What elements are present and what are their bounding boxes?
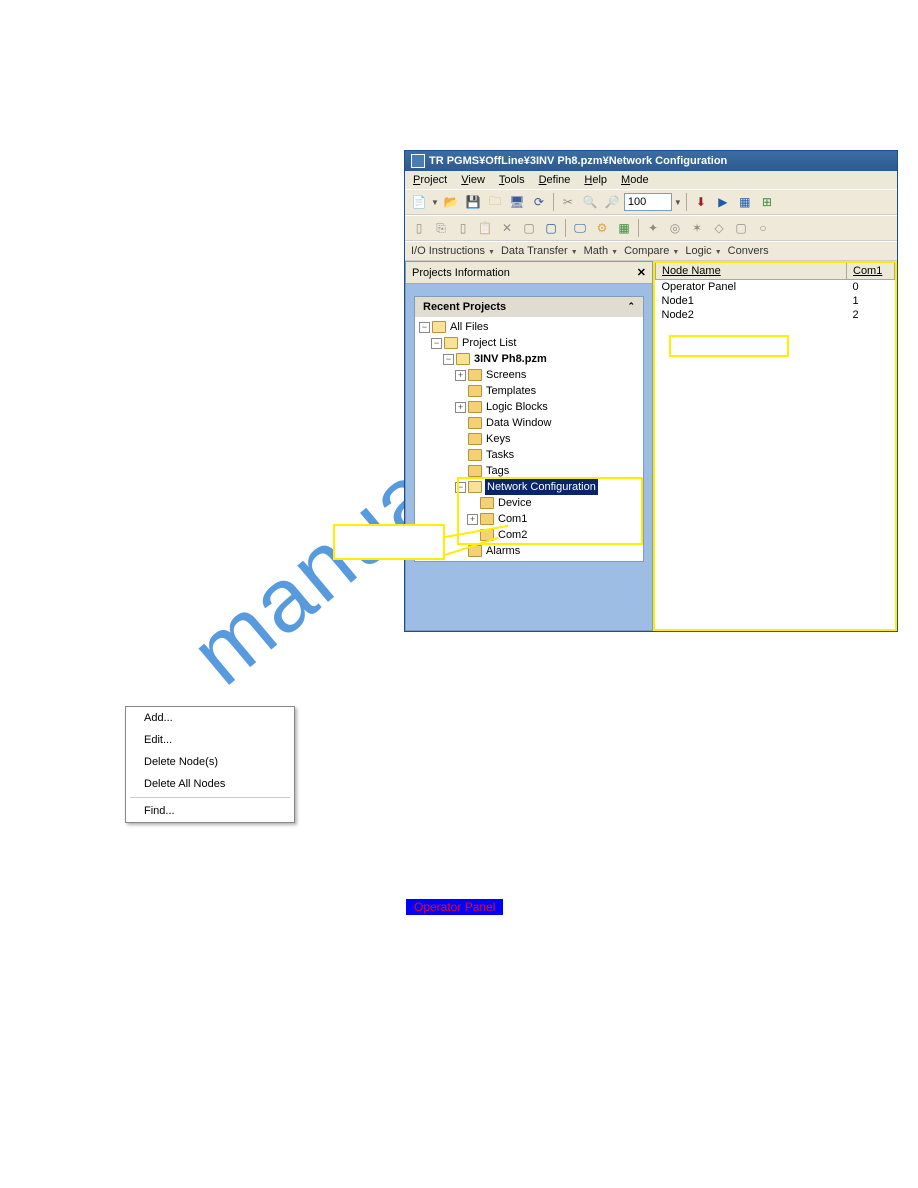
save-icon[interactable]: 💾 xyxy=(463,192,483,212)
circle-icon: ○ xyxy=(753,218,773,238)
table-row[interactable]: Node11 xyxy=(656,294,895,308)
recent-projects-header[interactable]: Recent Projects ⌃ xyxy=(415,297,643,317)
square-icon: ▢ xyxy=(731,218,751,238)
category-data-transfer[interactable]: Data Transfer ▼ xyxy=(501,245,578,257)
operator-panel-badge: Operator Panel xyxy=(406,899,503,915)
category-math[interactable]: Math ▼ xyxy=(584,245,618,257)
delete-icon: ✕ xyxy=(497,218,517,238)
menu-separator xyxy=(130,797,290,798)
tree-network-config[interactable]: −Network Configuration xyxy=(419,479,643,495)
col-node-name[interactable]: Node Name xyxy=(656,263,847,280)
toolbar-separator xyxy=(686,193,687,211)
collapse-icon[interactable]: ⌃ xyxy=(627,301,635,313)
menu-help[interactable]: Help xyxy=(584,174,607,186)
menu-mode[interactable]: Mode xyxy=(621,174,649,186)
star-icon: ✶ xyxy=(687,218,707,238)
tree-screens[interactable]: +Screens xyxy=(419,367,643,383)
tree-keys[interactable]: Keys xyxy=(419,431,643,447)
callout-box xyxy=(333,524,445,560)
node-panel: Node Name Com1 Operator Panel0 Node11 No… xyxy=(653,261,897,631)
context-menu: Add... Edit... Delete Node(s) Delete All… xyxy=(125,706,295,823)
zoom-dropdown-icon[interactable]: ▼ xyxy=(674,198,682,207)
zoom-in-icon: 🔍 xyxy=(580,192,600,212)
grid-icon[interactable]: ▦ xyxy=(735,192,755,212)
refresh-icon[interactable]: ⟳ xyxy=(529,192,549,212)
table-row[interactable]: Operator Panel0 xyxy=(656,280,895,295)
titlebar: TR PGMS¥OffLine¥3INV Ph8.pzm¥Network Con… xyxy=(405,151,897,171)
app-icon xyxy=(411,154,425,168)
col-com1[interactable]: Com1 xyxy=(847,263,895,280)
node-table: Node Name Com1 Operator Panel0 Node11 No… xyxy=(655,263,895,322)
chart-icon[interactable]: ▦ xyxy=(614,218,634,238)
tree-container: Recent Projects ⌃ −All Files −Project Li… xyxy=(414,296,644,562)
category-io[interactable]: I/O Instructions ▼ xyxy=(411,245,495,257)
tree-device[interactable]: Device xyxy=(419,495,643,511)
tree-project-list[interactable]: −Project List xyxy=(419,335,643,351)
tree-project[interactable]: −3INV Ph8.pzm xyxy=(419,351,643,367)
projects-panel-title: Projects Information xyxy=(412,267,510,279)
app-window: TR PGMS¥OffLine¥3INV Ph8.pzm¥Network Con… xyxy=(404,150,898,632)
empty-highlight-box xyxy=(669,335,789,357)
table-row[interactable]: Node22 xyxy=(656,308,895,322)
page-icon: ▯ xyxy=(453,218,473,238)
menu-find[interactable]: Find... xyxy=(126,800,294,822)
category-convers[interactable]: Convers xyxy=(728,245,769,257)
new-icon[interactable]: 📄 xyxy=(409,192,429,212)
download-icon[interactable]: ⬇ xyxy=(691,192,711,212)
toolbar-separator xyxy=(565,219,566,237)
menu-edit[interactable]: Edit... xyxy=(126,729,294,751)
project-tree: −All Files −Project List −3INV Ph8.pzm +… xyxy=(415,317,643,561)
menubar: Project View Tools Define Help Mode xyxy=(405,171,897,189)
cut-icon: ✂ xyxy=(558,192,578,212)
menu-delete-nodes[interactable]: Delete Node(s) xyxy=(126,751,294,773)
menu-project[interactable]: Project xyxy=(413,174,447,186)
menu-delete-all[interactable]: Delete All Nodes xyxy=(126,773,294,795)
category-logic[interactable]: Logic ▼ xyxy=(685,245,721,257)
props-icon: ▢ xyxy=(519,218,539,238)
toolbar-1: 📄 ▼ 📂 💾 🗀 🖥 ⟳ ✂ 🔍 🔎 100 ▼ ⬇ ▶ ▦ ⊞ xyxy=(405,189,897,215)
gear-icon[interactable]: ⚙ xyxy=(592,218,612,238)
zoom-input[interactable]: 100 xyxy=(624,193,672,211)
projects-panel-header: Projects Information ✕ xyxy=(406,262,652,284)
doc-icon: ▯ xyxy=(409,218,429,238)
tree-com1[interactable]: +Com1 xyxy=(419,511,643,527)
category-compare[interactable]: Compare ▼ xyxy=(624,245,679,257)
tree-tags[interactable]: Tags xyxy=(419,463,643,479)
window-icon[interactable]: ▢ xyxy=(541,218,561,238)
sparkle-icon: ✦ xyxy=(643,218,663,238)
play-icon[interactable]: ▶ xyxy=(713,192,733,212)
diamond-icon: ◇ xyxy=(709,218,729,238)
target-icon: ◎ xyxy=(665,218,685,238)
menu-define[interactable]: Define xyxy=(539,174,571,186)
tree-data-window[interactable]: Data Window xyxy=(419,415,643,431)
titlebar-text: TR PGMS¥OffLine¥3INV Ph8.pzm¥Network Con… xyxy=(429,155,727,167)
copy-icon: ⎘ xyxy=(431,218,451,238)
paste-icon: 📋 xyxy=(475,218,495,238)
toolbar-separator xyxy=(553,193,554,211)
menu-tools[interactable]: Tools xyxy=(499,174,525,186)
folder-icon[interactable]: 🗀 xyxy=(485,192,505,212)
tree-logic-blocks[interactable]: +Logic Blocks xyxy=(419,399,643,415)
monitor-icon[interactable]: 🖵 xyxy=(570,218,590,238)
export-icon[interactable]: 🖥 xyxy=(507,192,527,212)
projects-panel: Projects Information ✕ Recent Projects ⌃… xyxy=(405,261,653,631)
menu-view[interactable]: View xyxy=(461,174,485,186)
tree-all-files[interactable]: −All Files xyxy=(419,319,643,335)
open-icon[interactable]: 📂 xyxy=(441,192,461,212)
new-dropdown-icon[interactable]: ▼ xyxy=(431,198,439,207)
menu-add[interactable]: Add... xyxy=(126,707,294,729)
tree-tasks[interactable]: Tasks xyxy=(419,447,643,463)
content-area: Projects Information ✕ Recent Projects ⌃… xyxy=(405,261,897,631)
projects-panel-body: Recent Projects ⌃ −All Files −Project Li… xyxy=(406,284,652,630)
toolbar-separator xyxy=(638,219,639,237)
app-grid-icon[interactable]: ⊞ xyxy=(757,192,777,212)
category-bar: I/O Instructions ▼ Data Transfer ▼ Math … xyxy=(405,241,897,261)
tree-templates[interactable]: Templates xyxy=(419,383,643,399)
toolbar-2: ▯ ⎘ ▯ 📋 ✕ ▢ ▢ 🖵 ⚙ ▦ ✦ ◎ ✶ ◇ ▢ ○ xyxy=(405,215,897,241)
close-panel-icon[interactable]: ✕ xyxy=(637,266,646,279)
zoom-out-icon: 🔎 xyxy=(602,192,622,212)
